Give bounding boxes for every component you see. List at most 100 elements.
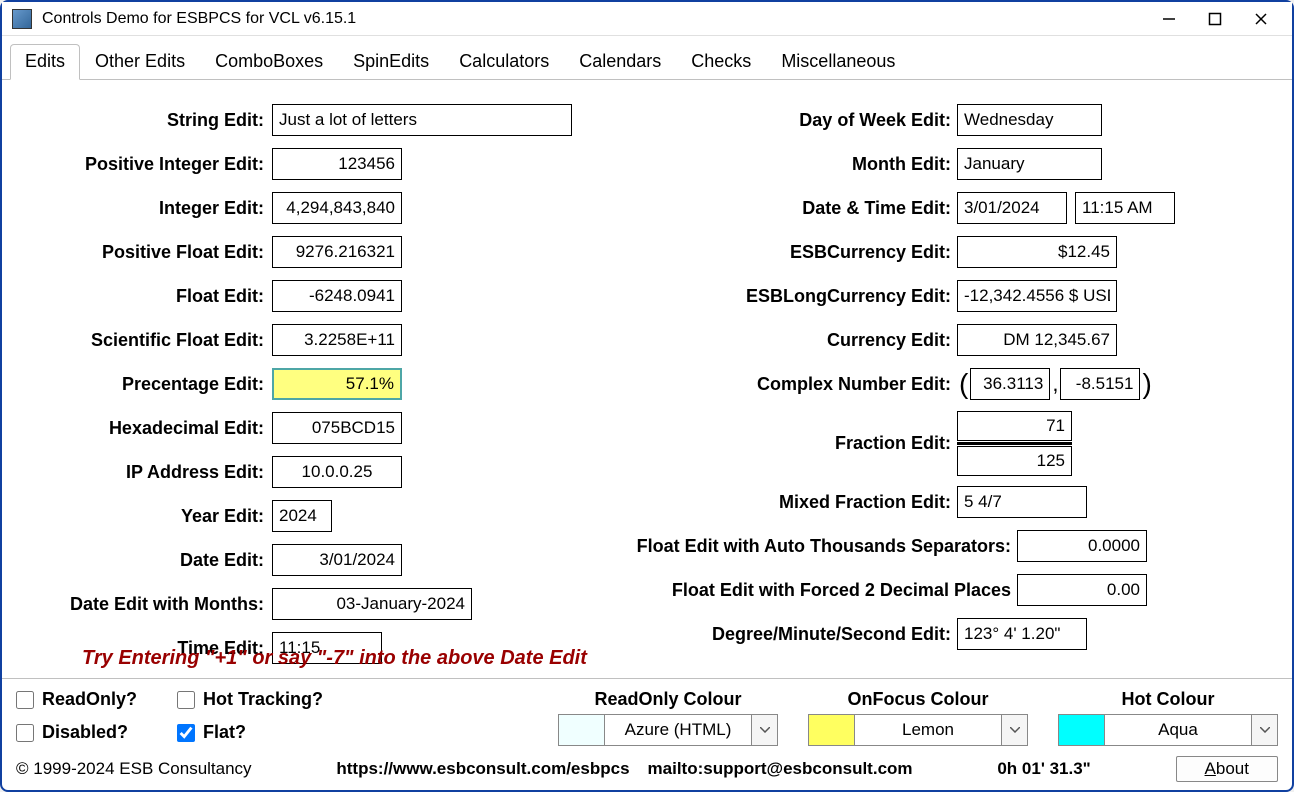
hint-text: Try Entering "+1" or say "-7" into the a… bbox=[82, 647, 587, 670]
main-window: Controls Demo for ESBPCS for VCL v6.15.1… bbox=[0, 0, 1294, 792]
chevron-down-icon[interactable] bbox=[1251, 715, 1277, 745]
hot-colour-value: Aqua bbox=[1105, 720, 1251, 740]
readonly-checkbox-input[interactable] bbox=[16, 691, 34, 709]
readonly-colour-value: Azure (HTML) bbox=[605, 720, 751, 740]
complex-imag-edit[interactable] bbox=[1060, 368, 1140, 400]
status-bar: © 1999-2024 ESB Consultancy https://www.… bbox=[2, 752, 1292, 790]
left-column: String Edit: Positive Integer Edit: Inte… bbox=[32, 100, 572, 668]
complex-edit-label: Complex Number Edit: bbox=[622, 374, 957, 395]
mailto-link[interactable]: mailto:support@esbconsult.com bbox=[648, 759, 913, 779]
datetime-date-edit[interactable] bbox=[957, 192, 1067, 224]
fraction-bar bbox=[957, 442, 1072, 445]
fraction-stack bbox=[957, 411, 1072, 476]
float-edit-label: Float Edit: bbox=[32, 286, 272, 307]
esblongcur-edit-label: ESBLongCurrency Edit: bbox=[622, 286, 957, 307]
readonly-checkbox[interactable]: ReadOnly? bbox=[16, 689, 137, 710]
dow-edit-label: Day of Week Edit: bbox=[622, 110, 957, 131]
esblongcur-edit[interactable] bbox=[957, 280, 1117, 312]
datetime-edit-label: Date & Time Edit: bbox=[622, 198, 957, 219]
scifloat-edit-label: Scientific Float Edit: bbox=[32, 330, 272, 351]
integer-edit-label: Integer Edit: bbox=[32, 198, 272, 219]
posfloat-edit[interactable] bbox=[272, 236, 402, 268]
tab-miscellaneous[interactable]: Miscellaneous bbox=[766, 44, 910, 79]
posfloat-edit-label: Positive Float Edit: bbox=[32, 242, 272, 263]
floatthousands-edit-label: Float Edit with Auto Thousands Separator… bbox=[622, 536, 1017, 557]
hottracking-checkbox-label: Hot Tracking? bbox=[203, 689, 323, 710]
fraction-num-edit[interactable] bbox=[957, 411, 1072, 441]
datemonths-edit[interactable] bbox=[272, 588, 472, 620]
posint-edit[interactable] bbox=[272, 148, 402, 180]
currency-edit-label: Currency Edit: bbox=[622, 330, 957, 351]
percentage-edit-label: Precentage Edit: bbox=[32, 374, 272, 395]
uptime-label: 0h 01' 31.3" bbox=[997, 759, 1090, 779]
float2dp-edit-label: Float Edit with Forced 2 Decimal Places bbox=[622, 580, 1017, 601]
app-icon bbox=[12, 9, 32, 29]
float-edit[interactable] bbox=[272, 280, 402, 312]
string-edit[interactable] bbox=[272, 104, 572, 136]
month-edit[interactable] bbox=[957, 148, 1102, 180]
chevron-down-icon[interactable] bbox=[1001, 715, 1027, 745]
datemonths-edit-label: Date Edit with Months: bbox=[32, 594, 272, 615]
hottracking-checkbox[interactable]: Hot Tracking? bbox=[177, 689, 323, 710]
titlebar: Controls Demo for ESBPCS for VCL v6.15.1 bbox=[2, 2, 1292, 36]
string-edit-label: String Edit: bbox=[32, 110, 272, 131]
hot-colour-label: Hot Colour bbox=[1122, 689, 1215, 710]
chevron-down-icon[interactable] bbox=[751, 715, 777, 745]
dow-edit[interactable] bbox=[957, 104, 1102, 136]
scifloat-edit[interactable] bbox=[272, 324, 402, 356]
float2dp-edit[interactable] bbox=[1017, 574, 1147, 606]
close-button[interactable] bbox=[1252, 10, 1270, 28]
ip-edit-label: IP Address Edit: bbox=[32, 462, 272, 483]
tab-comboboxes[interactable]: ComboBoxes bbox=[200, 44, 338, 79]
floatthousands-edit[interactable] bbox=[1017, 530, 1147, 562]
mixedfrac-edit-label: Mixed Fraction Edit: bbox=[622, 492, 957, 513]
percentage-edit[interactable] bbox=[272, 368, 402, 400]
dms-edit-label: Degree/Minute/Second Edit: bbox=[622, 624, 957, 645]
fraction-edit-label: Fraction Edit: bbox=[622, 433, 957, 454]
readonly-colour-combo[interactable]: Azure (HTML) bbox=[558, 714, 778, 746]
url-link[interactable]: https://www.esbconsult.com/esbpcs bbox=[336, 759, 629, 779]
month-edit-label: Month Edit: bbox=[622, 154, 957, 175]
flat-checkbox-label: Flat? bbox=[203, 722, 246, 743]
complex-real-edit[interactable] bbox=[970, 368, 1050, 400]
tab-edits[interactable]: Edits bbox=[10, 44, 80, 80]
tab-calculators[interactable]: Calculators bbox=[444, 44, 564, 79]
tab-other-edits[interactable]: Other Edits bbox=[80, 44, 200, 79]
ip-edit[interactable] bbox=[272, 456, 402, 488]
mixedfrac-edit[interactable] bbox=[957, 486, 1087, 518]
tab-checks[interactable]: Checks bbox=[676, 44, 766, 79]
currency-edit[interactable] bbox=[957, 324, 1117, 356]
tab-spinedits[interactable]: SpinEdits bbox=[338, 44, 444, 79]
copyright-label: © 1999-2024 ESB Consultancy bbox=[16, 759, 252, 779]
hex-edit[interactable] bbox=[272, 412, 402, 444]
readonly-checkbox-label: ReadOnly? bbox=[42, 689, 137, 710]
year-edit-label: Year Edit: bbox=[32, 506, 272, 527]
open-paren: ( bbox=[957, 368, 970, 400]
fraction-den-edit[interactable] bbox=[957, 446, 1072, 476]
year-edit[interactable] bbox=[272, 500, 332, 532]
date-edit[interactable] bbox=[272, 544, 402, 576]
minimize-button[interactable] bbox=[1160, 10, 1178, 28]
tab-bar: Edits Other Edits ComboBoxes SpinEdits C… bbox=[2, 36, 1292, 80]
close-paren: ) bbox=[1140, 368, 1153, 400]
flat-checkbox[interactable]: Flat? bbox=[177, 722, 323, 743]
hot-colour-swatch bbox=[1059, 715, 1105, 745]
onfocus-colour-label: OnFocus Colour bbox=[848, 689, 989, 710]
comma: , bbox=[1050, 371, 1060, 397]
disabled-checkbox-label: Disabled? bbox=[42, 722, 128, 743]
hottracking-checkbox-input[interactable] bbox=[177, 691, 195, 709]
flat-checkbox-input[interactable] bbox=[177, 724, 195, 742]
dms-edit[interactable] bbox=[957, 618, 1087, 650]
esbcur-edit-label: ESBCurrency Edit: bbox=[622, 242, 957, 263]
integer-edit[interactable] bbox=[272, 192, 402, 224]
esbcur-edit[interactable] bbox=[957, 236, 1117, 268]
about-button[interactable]: About bbox=[1176, 756, 1278, 782]
onfocus-colour-combo[interactable]: Lemon bbox=[808, 714, 1028, 746]
disabled-checkbox-input[interactable] bbox=[16, 724, 34, 742]
hot-colour-combo[interactable]: Aqua bbox=[1058, 714, 1278, 746]
maximize-button[interactable] bbox=[1206, 10, 1224, 28]
onfocus-colour-value: Lemon bbox=[855, 720, 1001, 740]
disabled-checkbox[interactable]: Disabled? bbox=[16, 722, 137, 743]
tab-calendars[interactable]: Calendars bbox=[564, 44, 676, 79]
datetime-time-edit[interactable] bbox=[1075, 192, 1175, 224]
